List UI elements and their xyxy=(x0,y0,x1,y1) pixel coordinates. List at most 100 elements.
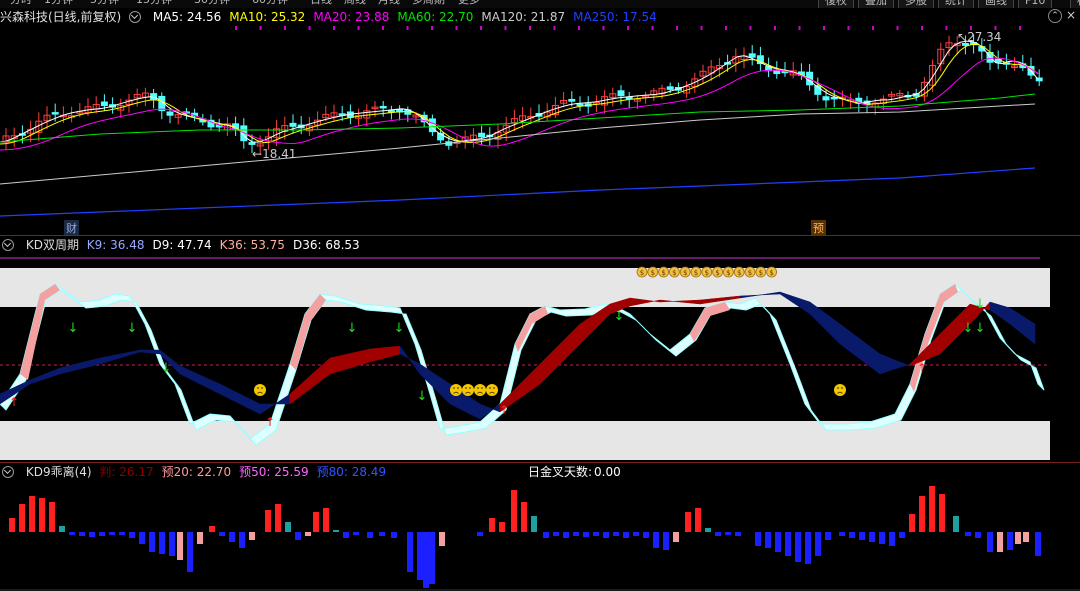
ma120-line xyxy=(0,103,1036,185)
money-bag-symbol: $ xyxy=(705,269,709,277)
period-tab-9[interactable]: 多周期 xyxy=(406,0,451,7)
candlestick-chart[interactable] xyxy=(0,24,1080,236)
candle-body xyxy=(568,98,576,102)
buy-arrow-icon: ↑ xyxy=(917,361,927,375)
histogram-bar xyxy=(975,532,981,538)
candle-body xyxy=(51,112,59,115)
period-tab-3[interactable]: 15分钟 xyxy=(130,0,178,7)
close-icon[interactable]: × xyxy=(1066,8,1076,22)
money-bag-icon: $ xyxy=(755,266,767,278)
histogram-bar xyxy=(1035,532,1041,556)
face-eye xyxy=(477,387,479,389)
kd-title: KD双周期 xyxy=(25,238,79,252)
histogram-bar xyxy=(869,532,875,542)
histogram-bar xyxy=(765,532,771,548)
histogram-bar xyxy=(653,532,659,548)
toolbar-button-0[interactable]: 復权 xyxy=(818,0,854,8)
money-bag-symbol: $ xyxy=(748,269,752,277)
toolbar-button-4[interactable]: 画线 xyxy=(978,0,1014,8)
histogram-bar xyxy=(987,532,993,552)
candle-body xyxy=(100,101,108,107)
buy-arrow-icon: ↑ xyxy=(265,415,275,429)
candlestick xyxy=(2,128,10,150)
face-circle xyxy=(474,384,486,396)
period-tab-1[interactable]: 1分钟 xyxy=(38,0,79,7)
financial-report-marker[interactable]: 财 xyxy=(64,220,79,236)
money-bag-icon: $ xyxy=(679,266,691,278)
histogram-bar xyxy=(543,532,549,538)
high-price-label: ↖27.34 xyxy=(957,30,1002,44)
histogram-bar xyxy=(209,526,215,532)
sell-arrow-icon: ↓ xyxy=(614,309,625,324)
kd-settings-icon[interactable] xyxy=(2,238,14,251)
histogram-bar xyxy=(423,532,429,588)
toolbar-button-6[interactable]: 标记 xyxy=(1070,0,1080,8)
signal-tick xyxy=(553,26,556,30)
histogram-bar xyxy=(379,532,385,536)
sell-arrow-icon: ↓ xyxy=(417,389,428,404)
period-tab-7[interactable]: 周线 xyxy=(338,0,372,7)
candlestick xyxy=(330,104,338,122)
histogram-bar xyxy=(149,532,155,552)
stock-label: 兴森科技(日线,前复权) xyxy=(0,10,122,24)
histogram-bar xyxy=(965,532,971,536)
face-eye xyxy=(257,387,259,389)
candlestick xyxy=(920,76,928,102)
histogram-bar xyxy=(939,494,945,532)
histogram-bar xyxy=(785,532,791,556)
histogram-bar xyxy=(417,532,423,580)
signal-tick xyxy=(406,26,409,30)
candlestick xyxy=(510,109,518,132)
face-eye xyxy=(465,387,467,389)
period-tab-2[interactable]: 5分钟 xyxy=(84,0,125,7)
period-tab-0[interactable]: 分时 xyxy=(4,0,38,7)
kd9-legend-判: 判: 26.17 xyxy=(99,465,154,479)
buy-arrow-icon: ↑ xyxy=(9,395,19,409)
candlestick xyxy=(756,46,764,72)
histogram-bar xyxy=(499,522,505,532)
histogram-bar xyxy=(623,532,629,538)
sad-face-icon xyxy=(462,384,474,396)
kd9-legend: KD9乖离(4) 判: 26.17 预20: 22.70 预50: 25.59 预80… xyxy=(0,464,402,480)
forecast-marker[interactable]: 预 xyxy=(811,220,826,236)
histogram-bar xyxy=(755,532,761,546)
toolbar-button-5[interactable]: F10 xyxy=(1018,0,1053,8)
histogram-bar xyxy=(553,532,559,536)
kd9-settings-icon[interactable] xyxy=(2,465,14,478)
chevron-up-icon[interactable]: ⌃ xyxy=(1048,9,1062,23)
histogram-bar xyxy=(775,532,781,552)
toolbar-button-3[interactable]: 统计 xyxy=(938,0,974,8)
toolbar-button-2[interactable]: 多股 xyxy=(898,0,934,8)
golden-cross-days: 日金叉天数: 0.00 xyxy=(528,465,621,479)
histogram-bar xyxy=(531,516,537,532)
k36-d36-segment xyxy=(59,357,101,375)
toolbar-button-1[interactable]: 叠加 xyxy=(858,0,894,8)
legend-ma120: MA120: 21.87 xyxy=(481,10,566,24)
period-tab-10[interactable]: 更多 xyxy=(452,0,486,7)
kd9-histogram[interactable] xyxy=(0,480,1080,591)
panel-divider xyxy=(0,462,1080,463)
candle-body xyxy=(379,105,387,109)
money-bag-icon: $ xyxy=(723,266,734,278)
chart-settings-icon[interactable] xyxy=(129,10,142,23)
period-tab-6[interactable]: 日线 xyxy=(304,0,338,7)
candlestick xyxy=(740,47,748,69)
histogram-bar xyxy=(685,512,691,532)
sell-arrow-icon: ↓ xyxy=(975,321,986,336)
histogram-bar xyxy=(59,526,65,532)
period-tab-5[interactable]: 60分钟 xyxy=(246,0,294,7)
sad-face-icon xyxy=(450,384,462,396)
histogram-bar xyxy=(343,532,349,538)
signal-tick xyxy=(1019,26,1021,30)
sell-arrow-icon: ↓ xyxy=(394,321,405,336)
histogram-bar xyxy=(613,532,619,536)
face-eye xyxy=(457,387,459,389)
money-bag-icon: $ xyxy=(669,266,680,278)
face-circle xyxy=(254,384,266,396)
candle-body xyxy=(387,110,395,113)
period-tab-8[interactable]: 月线 xyxy=(372,0,406,7)
kd-oscillator-chart[interactable]: $ $ $ $ $ $ $ $ $ $ $ $ $↓ ↓↓↓ ↓↓↓↓ ↓↓↑↑↑↑ xyxy=(0,254,1080,462)
candle-body xyxy=(822,96,830,101)
histogram-bar xyxy=(99,532,105,536)
period-tab-4[interactable]: 30分钟 xyxy=(188,0,236,7)
